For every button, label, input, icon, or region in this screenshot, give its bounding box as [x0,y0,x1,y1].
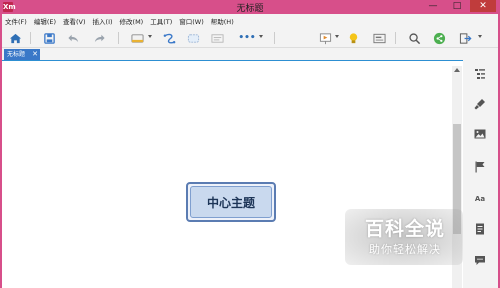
menu-insert[interactable]: 插入(I) [93,16,113,26]
menu-tools[interactable]: 工具(T) [150,16,172,26]
topic-style-icon[interactable] [130,31,144,45]
redo-icon[interactable] [92,31,106,45]
undo-icon[interactable] [66,31,80,45]
maximize-button[interactable]: □ [446,0,468,12]
menu-help[interactable]: 帮助(H) [211,16,234,26]
watermark: 百科全说 助你轻松解决 [345,209,463,265]
tab-untitled[interactable]: 无标题 ✕ [4,49,40,60]
notes-icon[interactable] [473,222,487,236]
scroll-up-icon[interactable] [454,68,460,72]
title-bar: Xm 无标题 — □ ✕ [0,0,500,14]
tab-close-icon[interactable]: ✕ [32,49,38,60]
menu-file[interactable]: 文件(F) [5,16,27,26]
presentation-icon[interactable] [318,31,332,45]
search-icon[interactable] [407,31,421,45]
menu-modify[interactable]: 修改(M) [120,16,144,26]
home-icon[interactable] [8,31,22,45]
idea-bulb-icon[interactable] [346,31,360,45]
close-button[interactable]: ✕ [470,0,496,12]
minimize-button[interactable]: — [422,0,444,12]
watermark-subtitle: 助你轻松解决 [369,243,441,256]
menu-window[interactable]: 窗口(W) [179,16,204,26]
screen-icon[interactable] [372,31,386,45]
relationship-icon[interactable] [162,31,176,45]
tab-strip: 无标题 ✕ [2,48,498,60]
export-icon[interactable] [458,31,472,45]
menu-bar: 文件(F) 编辑(E) 查看(V) 插入(I) 修改(M) 工具(T) 窗口(W… [2,14,498,28]
more-icon[interactable]: ••• [238,31,256,45]
outline-icon[interactable] [473,67,487,81]
menu-edit[interactable]: 编辑(E) [34,16,56,26]
share-icon[interactable] [432,31,446,45]
comment-icon[interactable] [473,253,487,267]
flag-marker-icon[interactable] [473,160,487,174]
text-style-icon[interactable]: Aa [473,192,487,206]
image-icon[interactable] [473,127,487,141]
central-topic[interactable]: 中心主题 [186,182,276,222]
summary-icon[interactable] [210,31,224,45]
side-panel: Aa [463,60,498,288]
menu-view[interactable]: 查看(V) [63,16,86,26]
app-window: Xm 无标题 — □ ✕ 文件(F) 编辑(E) 查看(V) 插入(I) 修改(… [0,0,500,288]
save-icon[interactable] [42,31,56,45]
watermark-title: 百科全说 [364,218,445,240]
central-topic-label: 中心主题 [190,186,272,218]
boundary-icon[interactable] [186,31,200,45]
tab-label: 无标题 [7,51,26,58]
toolbar: ••• [2,28,498,48]
format-brush-icon[interactable] [473,97,487,111]
window-controls: — □ ✕ [422,0,496,14]
